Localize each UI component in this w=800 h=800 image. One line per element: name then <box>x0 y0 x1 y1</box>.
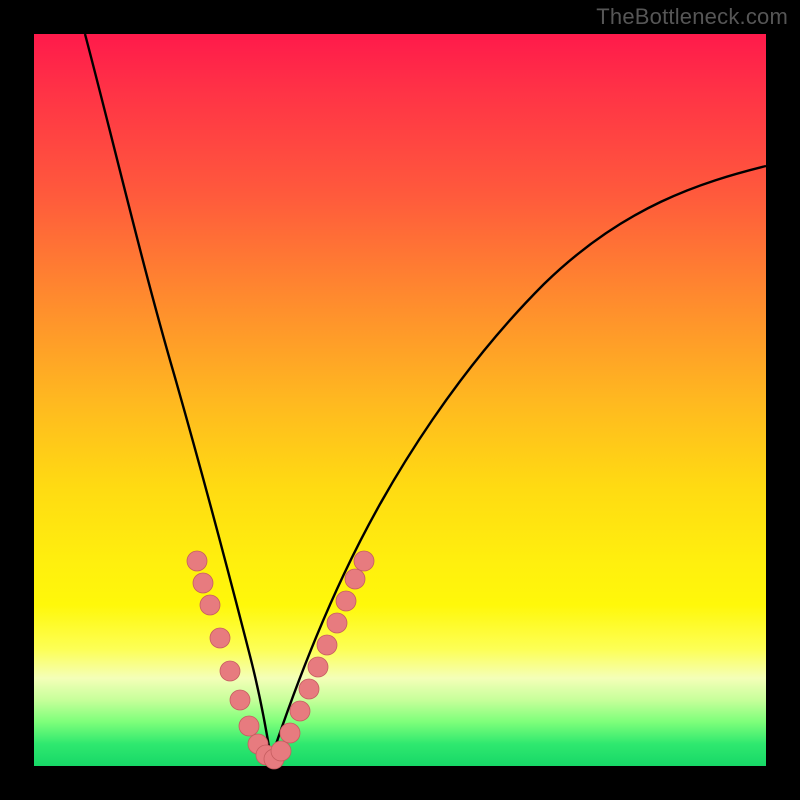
marker <box>354 551 374 571</box>
marker <box>280 723 300 743</box>
marker-group <box>187 551 374 769</box>
marker <box>345 569 365 589</box>
right-branch-path <box>271 166 766 759</box>
marker <box>308 657 328 677</box>
marker <box>200 595 220 615</box>
marker <box>230 690 250 710</box>
marker <box>327 613 347 633</box>
marker <box>239 716 259 736</box>
marker <box>220 661 240 681</box>
marker <box>193 573 213 593</box>
marker <box>271 741 291 761</box>
marker <box>299 679 319 699</box>
curve-layer <box>34 34 766 766</box>
chart-frame: TheBottleneck.com <box>0 0 800 800</box>
marker <box>210 628 230 648</box>
marker <box>317 635 337 655</box>
plot-area <box>34 34 766 766</box>
marker <box>187 551 207 571</box>
watermark-text: TheBottleneck.com <box>596 4 788 30</box>
left-branch-path <box>85 34 271 759</box>
marker <box>336 591 356 611</box>
marker <box>290 701 310 721</box>
